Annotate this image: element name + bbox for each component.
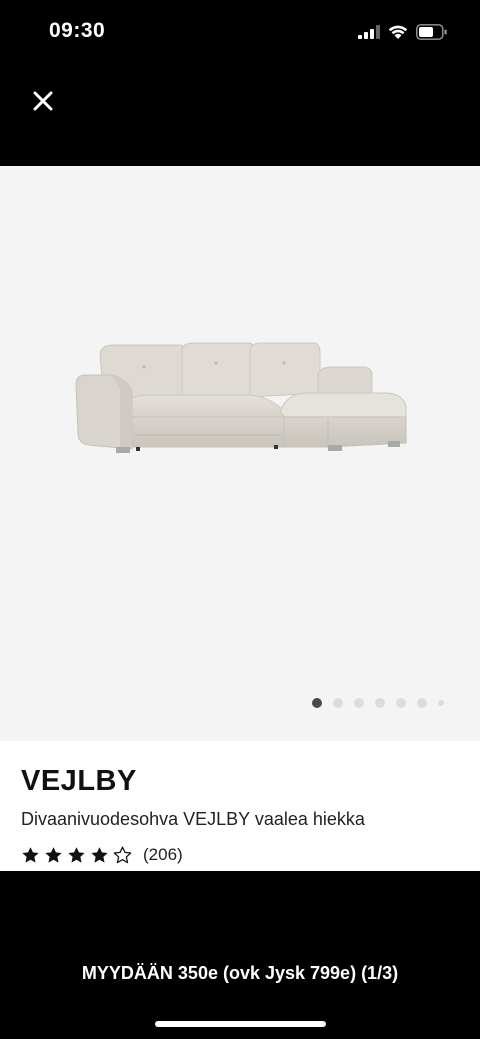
- star-filled-icon: [91, 846, 108, 863]
- star-filled-icon: [68, 846, 85, 863]
- carousel-dot[interactable]: [354, 698, 364, 708]
- status-icons: [358, 22, 448, 42]
- carousel-dot[interactable]: [333, 698, 343, 708]
- carousel-dot[interactable]: [312, 698, 322, 708]
- caption-text: MYYDÄÄN 350e (ovk Jysk 799e) (1/3): [81, 963, 399, 983]
- carousel-dot[interactable]: [438, 700, 444, 706]
- carousel-dot[interactable]: [375, 698, 385, 708]
- star-filled-icon: [22, 846, 39, 863]
- status-bar: 09:30: [0, 0, 480, 64]
- product-description: Divaanivuodesohva VEJLBY vaalea hiekka: [21, 809, 365, 829]
- sofa-image: [75, 342, 407, 453]
- carousel-dots: [312, 698, 444, 708]
- status-time: 09:30: [49, 19, 106, 42]
- product-rating[interactable]: (206): [21, 845, 183, 865]
- wifi-icon: [388, 25, 408, 39]
- rating-count: (206): [143, 845, 183, 864]
- carousel-dot[interactable]: [417, 698, 427, 708]
- product-name: VEJLBY: [21, 765, 137, 797]
- home-indicator[interactable]: [155, 1021, 326, 1027]
- battery-icon: [416, 24, 447, 40]
- star-filled-icon: [45, 846, 62, 863]
- signal-icon: [358, 25, 380, 39]
- product-info: VEJLBY Divaanivuodesohva VEJLBY vaalea h…: [0, 741, 480, 871]
- carousel-dot[interactable]: [396, 698, 406, 708]
- product-image-gallery[interactable]: [0, 166, 480, 741]
- close-button[interactable]: [28, 86, 58, 116]
- close-icon: [33, 91, 53, 111]
- star-outline-icon: [113, 846, 132, 863]
